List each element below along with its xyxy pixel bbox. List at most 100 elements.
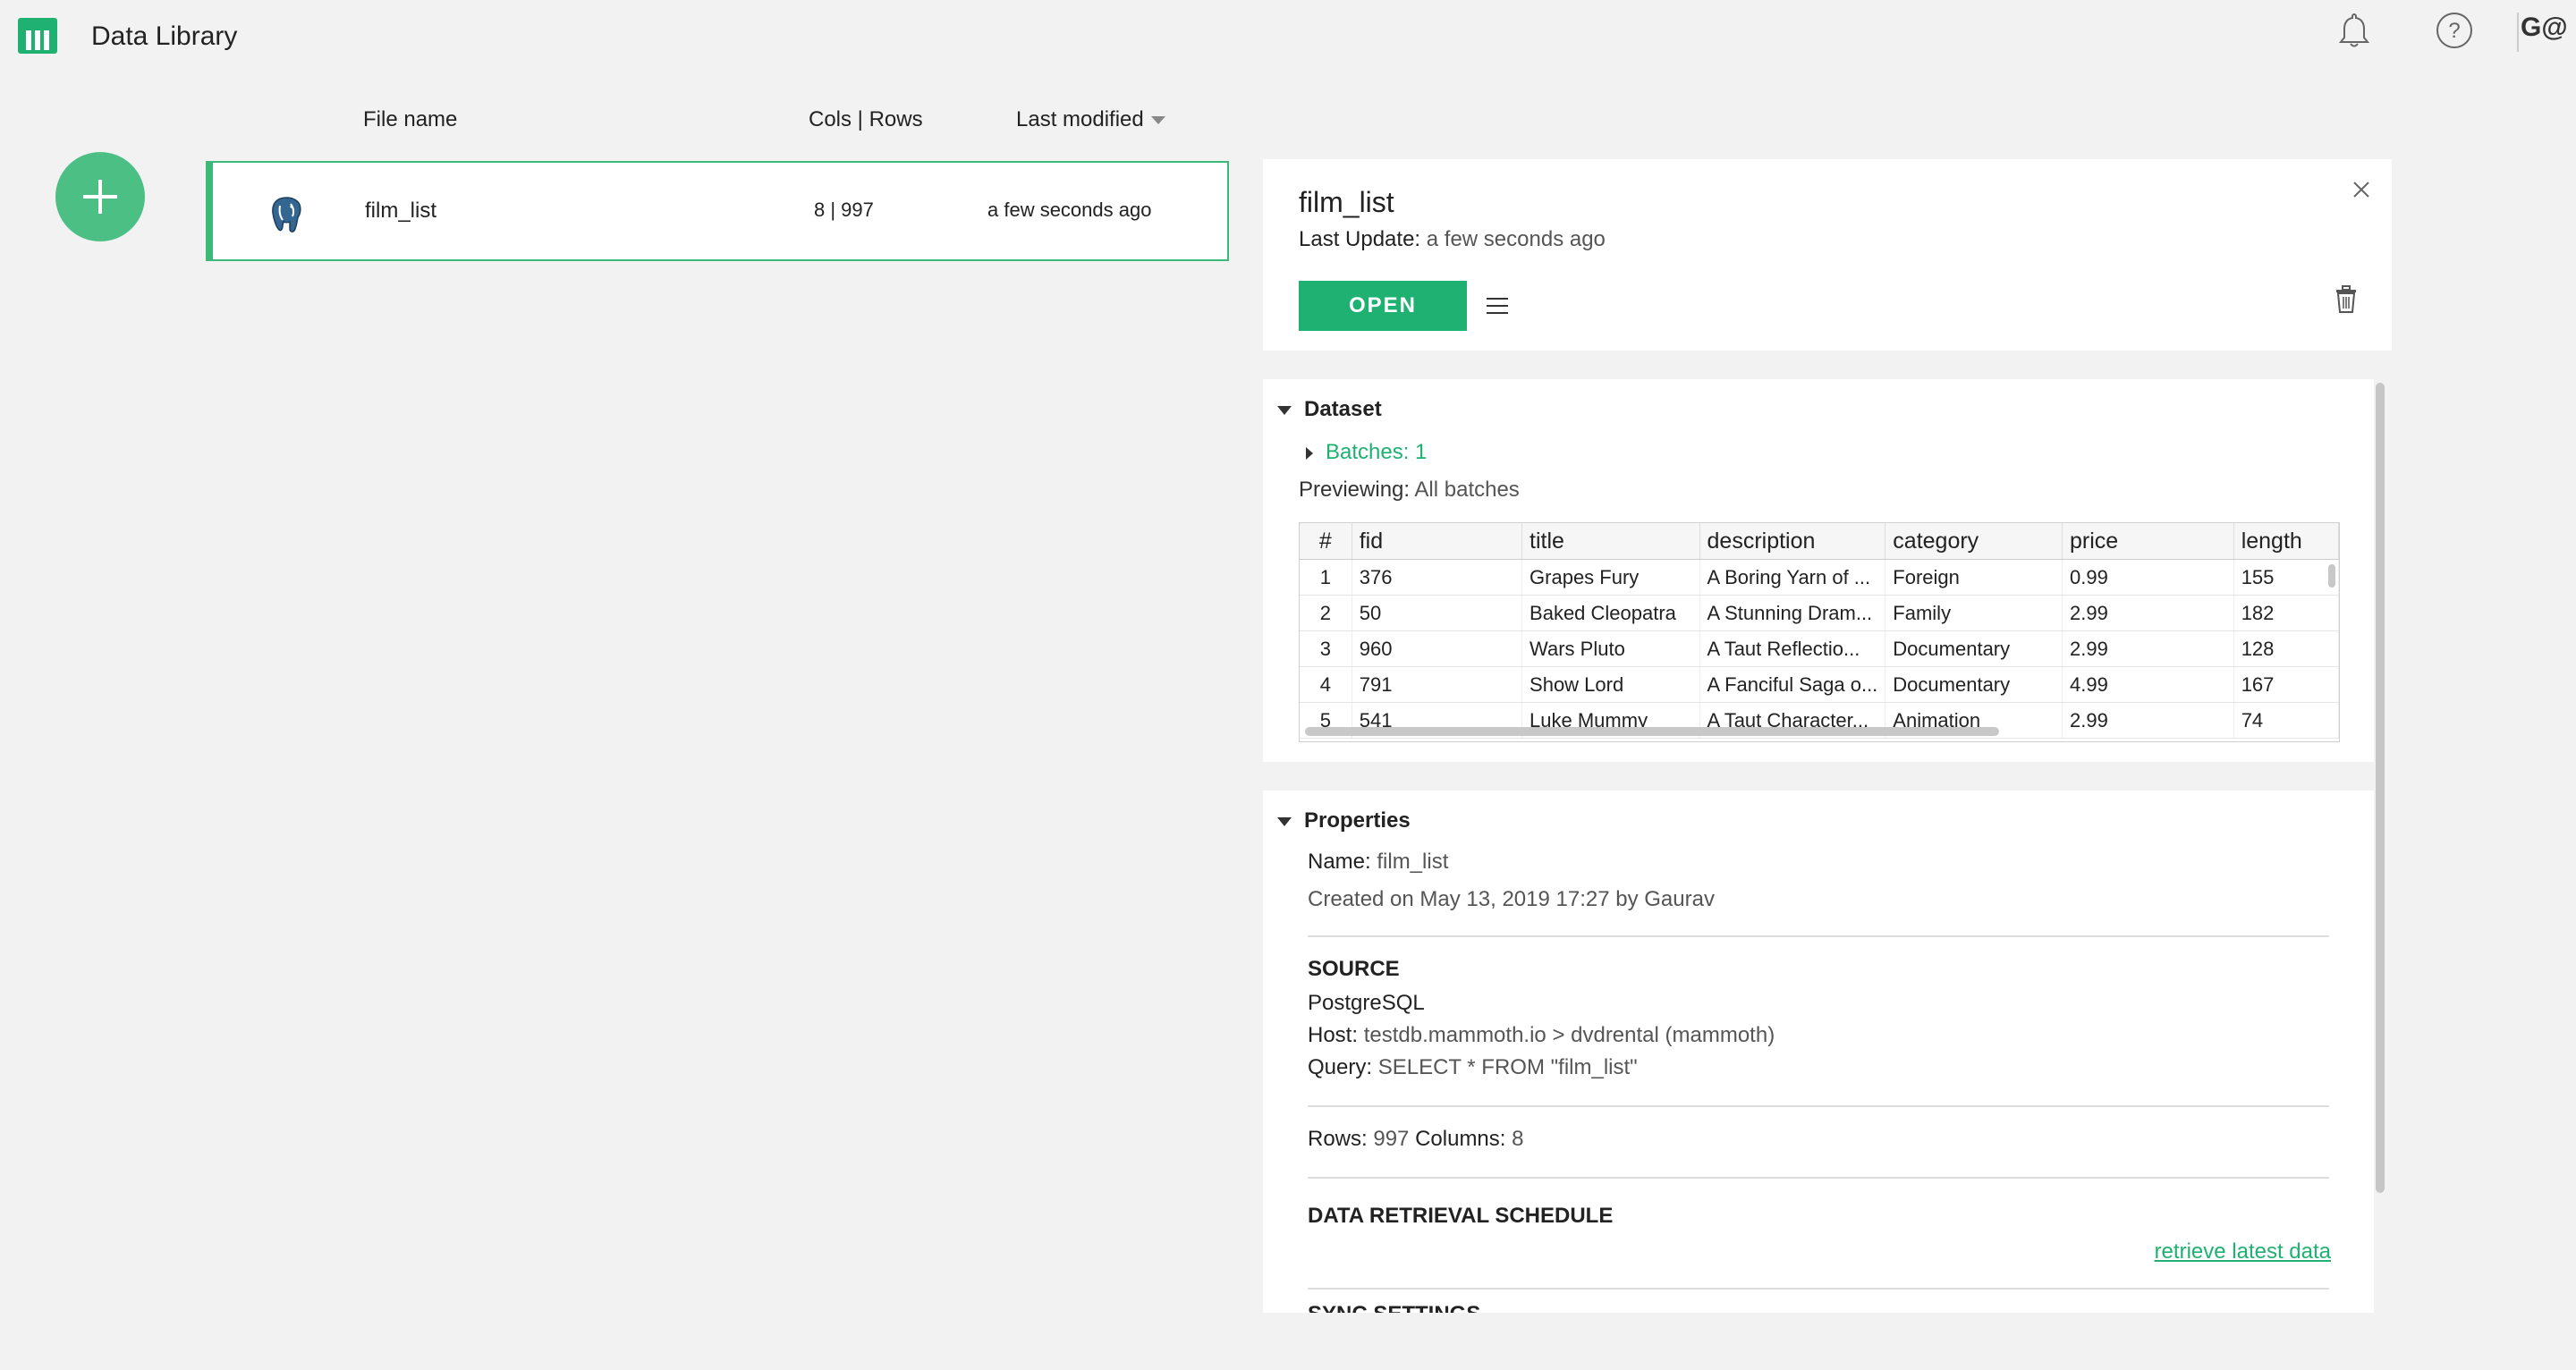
table-row[interactable]: 1 376 Grapes Fury A Boring Yarn of ... Forei… bbox=[1300, 559, 2339, 596]
table-cell: 2.99 bbox=[2062, 595, 2234, 631]
file-cols-rows: 8 | 997 bbox=[814, 199, 874, 221]
file-last-modified: a few seconds ago bbox=[987, 199, 1152, 221]
property-name: Name: film_list bbox=[1308, 850, 1448, 875]
table-cell: 2.99 bbox=[2062, 702, 2234, 739]
host-value: testdb.mammoth.io > dvdrental (mammoth) bbox=[1363, 1023, 1775, 1047]
table-cell: 3 bbox=[1300, 630, 1352, 667]
table-cell: 74 bbox=[2233, 702, 2339, 739]
open-button[interactable]: OPEN bbox=[1299, 281, 1467, 331]
detail-panel-header: film_list Last Update: a few seconds ago… bbox=[1263, 159, 2392, 351]
column-header[interactable]: category bbox=[1885, 523, 2063, 560]
table-cell: Baked Cleopatra bbox=[1521, 595, 1700, 631]
divider bbox=[1308, 1288, 2329, 1290]
column-header-cols-rows[interactable]: Cols | Rows bbox=[809, 107, 923, 132]
batches-label: Batches: 1 bbox=[1326, 440, 1428, 464]
sync-heading: SYNC SETTINGS bbox=[1308, 1302, 1480, 1313]
table-row[interactable]: 3 960 Wars Pluto A Taut Reflectio... Documen… bbox=[1300, 630, 2339, 667]
add-dataset-button[interactable] bbox=[55, 152, 145, 241]
rows-label: Rows: bbox=[1308, 1127, 1368, 1151]
last-update-label: Last Update: bbox=[1299, 227, 1421, 251]
svg-text:?: ? bbox=[2448, 19, 2460, 43]
query-label: Query: bbox=[1308, 1055, 1373, 1079]
detail-title: film_list bbox=[1299, 186, 1394, 218]
preview-grid: # fid title description category price length … bbox=[1299, 522, 2340, 742]
divider bbox=[1308, 935, 2329, 937]
table-cell: A Boring Yarn of ... bbox=[1699, 559, 1886, 596]
source-heading: SOURCE bbox=[1308, 957, 1400, 981]
table-cell: 376 bbox=[1352, 559, 1523, 596]
dataset-toggle[interactable]: Dataset bbox=[1277, 397, 1382, 422]
bell-icon[interactable] bbox=[2334, 11, 2374, 50]
table-cell: Show Lord bbox=[1521, 666, 1700, 703]
table-cell: Documentary bbox=[1885, 630, 2063, 667]
source-host: Host: testdb.mammoth.io > dvdrental (mam… bbox=[1308, 1023, 1775, 1048]
table-row[interactable]: 4 791 Show Lord A Fanciful Saga o... Documen… bbox=[1300, 666, 2339, 703]
preview-table: # fid title description category price length … bbox=[1300, 523, 2339, 739]
properties-toggle[interactable]: Properties bbox=[1277, 808, 1411, 833]
table-cell: Documentary bbox=[1885, 666, 2063, 703]
name-value: film_list bbox=[1377, 850, 1449, 874]
divider bbox=[1308, 1105, 2329, 1107]
previewing-label: Previewing: bbox=[1299, 478, 1411, 502]
help-icon[interactable]: ? bbox=[2435, 11, 2474, 50]
source-query: Query: SELECT * FROM "film_list" bbox=[1308, 1055, 1638, 1080]
column-header[interactable]: fid bbox=[1352, 523, 1523, 560]
table-cell: 155 bbox=[2233, 559, 2339, 596]
divider bbox=[1308, 1177, 2329, 1179]
table-cell: 2.99 bbox=[2062, 630, 2234, 667]
trash-icon[interactable] bbox=[2333, 284, 2360, 315]
column-header[interactable]: # bbox=[1300, 523, 1352, 560]
columns-value: 8 bbox=[1512, 1127, 1524, 1151]
file-row[interactable]: film_list 8 | 997 a few seconds ago bbox=[206, 161, 1229, 261]
column-header[interactable]: length bbox=[2233, 523, 2339, 560]
table-cell: 2 bbox=[1300, 595, 1352, 631]
columns-label: Columns: bbox=[1415, 1127, 1506, 1151]
table-cell: 182 bbox=[2233, 595, 2339, 631]
detail-scrollbar[interactable] bbox=[2376, 383, 2385, 1193]
file-name: film_list bbox=[365, 199, 437, 223]
table-cell: 50 bbox=[1352, 595, 1523, 631]
postgresql-icon bbox=[268, 195, 304, 234]
table-cell: Family bbox=[1885, 595, 2063, 631]
table-cell: A Taut Reflectio... bbox=[1699, 630, 1886, 667]
page-title: Data Library bbox=[91, 21, 238, 51]
chevron-right-icon bbox=[1306, 446, 1313, 460]
divider bbox=[2517, 13, 2519, 52]
table-cell: Grapes Fury bbox=[1521, 559, 1700, 596]
previewing-value: All batches bbox=[1414, 478, 1520, 502]
column-header[interactable]: description bbox=[1699, 523, 1886, 560]
schedule-heading: DATA RETRIEVAL SCHEDULE bbox=[1308, 1204, 1614, 1228]
query-value: SELECT * FROM "film_list" bbox=[1377, 1055, 1638, 1079]
menu-icon[interactable] bbox=[1485, 293, 1510, 318]
column-header-label: Last modified bbox=[1016, 107, 1144, 131]
table-row[interactable]: 2 50 Baked Cleopatra A Stunning Dram... Fami… bbox=[1300, 595, 2339, 631]
name-label: Name: bbox=[1308, 850, 1371, 874]
column-header[interactable]: price bbox=[2062, 523, 2234, 560]
chevron-down-icon bbox=[1277, 405, 1292, 415]
column-header-last-modified[interactable]: Last modified bbox=[1016, 107, 1165, 132]
user-avatar[interactable]: G@ bbox=[2521, 13, 2568, 43]
table-cell: 4 bbox=[1300, 666, 1352, 703]
vertical-scrollbar[interactable] bbox=[2328, 564, 2335, 588]
close-icon[interactable] bbox=[2351, 179, 2372, 200]
table-cell: 791 bbox=[1352, 666, 1523, 703]
retrieve-latest-data-link[interactable]: retrieve latest data bbox=[2155, 1239, 2331, 1264]
table-cell: 1 bbox=[1300, 559, 1352, 596]
host-label: Host: bbox=[1308, 1023, 1359, 1047]
rows-value: 997 bbox=[1373, 1127, 1410, 1151]
horizontal-scrollbar[interactable] bbox=[1305, 727, 1999, 736]
properties-section: Properties Name: film_list Created on Ma… bbox=[1263, 791, 2374, 1313]
created-info: Created on May 13, 2019 17:27 by Gaurav bbox=[1308, 887, 1715, 911]
batches-toggle[interactable]: Batches: 1 bbox=[1306, 440, 1427, 465]
table-cell: 960 bbox=[1352, 630, 1523, 667]
table-cell: A Stunning Dram... bbox=[1699, 595, 1886, 631]
table-cell: 128 bbox=[2233, 630, 2339, 667]
mammoth-logo-icon[interactable] bbox=[18, 18, 57, 54]
sort-desc-icon bbox=[1150, 116, 1165, 125]
source-type: PostgreSQL bbox=[1308, 991, 1425, 1015]
table-cell: 4.99 bbox=[2062, 666, 2234, 703]
table-cell: Wars Pluto bbox=[1521, 630, 1700, 667]
chevron-down-icon bbox=[1277, 816, 1292, 826]
column-header[interactable]: title bbox=[1521, 523, 1700, 560]
column-header-file-name[interactable]: File name bbox=[363, 107, 457, 132]
